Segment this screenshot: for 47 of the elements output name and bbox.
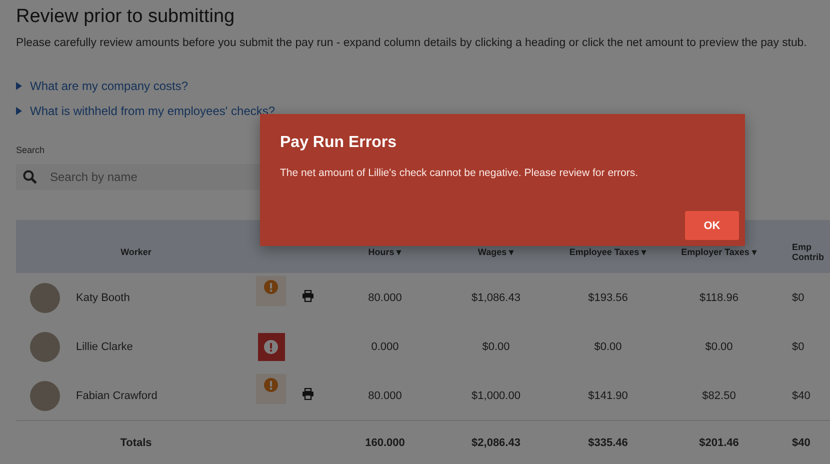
dialog-title: Pay Run Errors bbox=[280, 134, 398, 152]
column-header[interactable]: Worker bbox=[16, 246, 256, 256]
table-cell-text: $0 bbox=[791, 292, 806, 304]
table-cell-text: $118.96 bbox=[698, 292, 740, 304]
column-header[interactable]: Hours ▾ bbox=[330, 246, 440, 256]
table-cell-text: 0.000 bbox=[370, 340, 400, 352]
column-header[interactable]: Emp Contrib bbox=[774, 242, 830, 262]
worker-name[interactable]: Katy Booth bbox=[76, 292, 130, 304]
search-label: Search bbox=[16, 145, 45, 155]
page-title: Review prior to submitting bbox=[16, 6, 236, 28]
table-cell-text: $0 bbox=[791, 340, 806, 352]
table-cell-text: $0.00 bbox=[593, 340, 623, 352]
error-badge[interactable] bbox=[258, 332, 284, 360]
printer-icon[interactable] bbox=[302, 290, 314, 302]
page-description: Please carefully review amounts before you submit the pay run - expand column details by clicking a heading or click the net amount to preview the pay stub. bbox=[16, 37, 808, 49]
table-cell-text: $193.56 bbox=[587, 292, 629, 304]
table-cell-text: 80.000 bbox=[367, 390, 403, 402]
table-cell-text: $1,086.43 bbox=[470, 292, 522, 304]
totals-label: Totals bbox=[119, 437, 153, 449]
warning-badge[interactable] bbox=[256, 374, 286, 404]
worker-name[interactable]: Fabian Crawford bbox=[76, 390, 158, 402]
warning-badge[interactable] bbox=[256, 276, 286, 306]
total-cell-text: 160.000 bbox=[364, 437, 406, 449]
table-cell-text: $82.50 bbox=[701, 390, 737, 402]
caret-right-icon[interactable] bbox=[16, 106, 22, 114]
table-cell-text: $0.00 bbox=[704, 340, 734, 352]
faq-link[interactable]: What are my company costs? bbox=[30, 78, 188, 92]
avatar bbox=[30, 380, 60, 410]
avatar bbox=[30, 282, 60, 312]
table-cell-text: $40 bbox=[791, 390, 812, 402]
worker-name[interactable]: Lillie Clarke bbox=[76, 340, 133, 352]
table-cell-text: $0.00 bbox=[481, 340, 511, 352]
total-cell-text: $2,086.43 bbox=[470, 437, 522, 449]
total-cell-text: $40 bbox=[791, 437, 812, 449]
table-cell-text: $1,000.00 bbox=[470, 390, 522, 402]
total-cell-text: $201.46 bbox=[698, 437, 740, 449]
dialog-message: The net amount of Lillie's check cannot be negative. Please review for errors. bbox=[280, 167, 640, 179]
avatar bbox=[30, 332, 60, 362]
table-cell-text: $141.90 bbox=[587, 390, 629, 402]
printer-icon[interactable] bbox=[302, 388, 314, 400]
column-header[interactable]: Employer Taxes ▾ bbox=[664, 246, 774, 256]
column-header[interactable]: Wages ▾ bbox=[440, 246, 552, 256]
table-cell-text: 80.000 bbox=[367, 292, 403, 304]
column-header[interactable]: Employee Taxes ▾ bbox=[552, 246, 664, 256]
caret-right-icon[interactable] bbox=[16, 82, 22, 90]
ok-button[interactable]: OK bbox=[685, 211, 739, 240]
total-cell-text: $335.46 bbox=[587, 437, 629, 449]
